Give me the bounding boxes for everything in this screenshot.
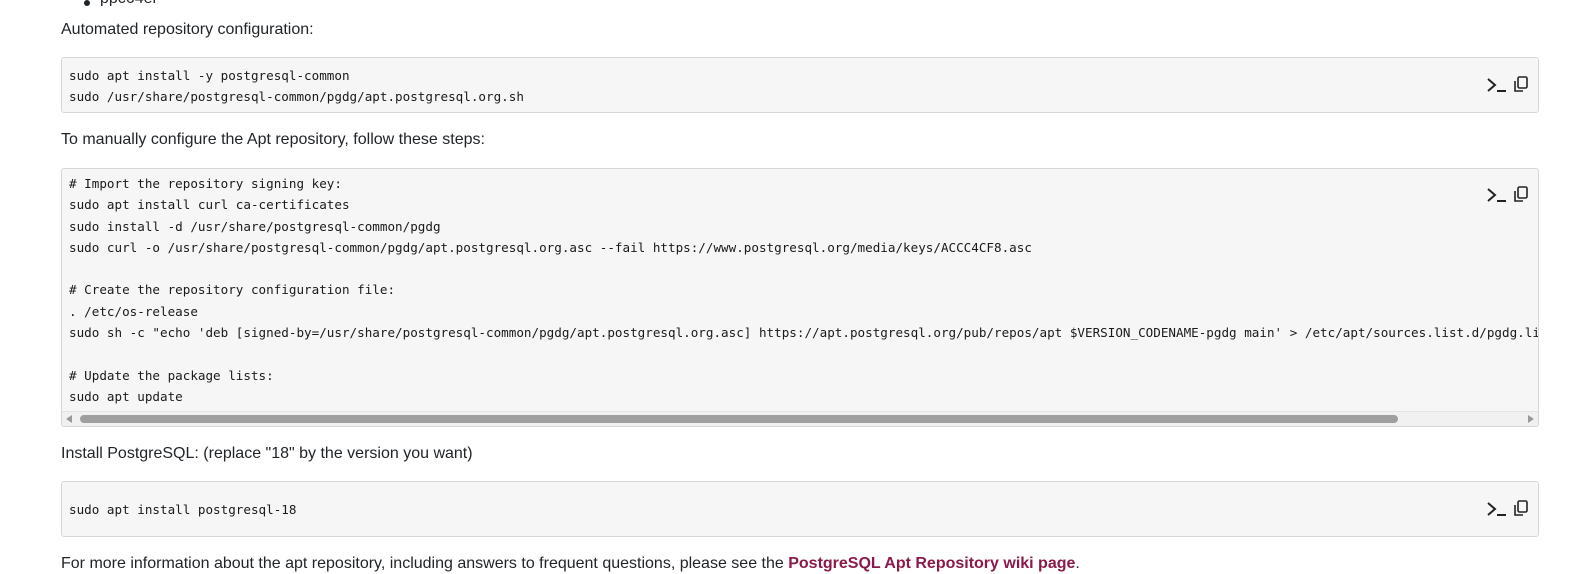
code-tools [1486, 76, 1528, 93]
manual-code: # Import the repository signing key: sud… [69, 176, 1539, 404]
footer-paragraph: For more information about the apt repos… [61, 554, 1080, 574]
scroll-left-arrow-icon[interactable] [66, 415, 72, 423]
horizontal-scrollbar[interactable] [62, 411, 1538, 426]
code-tools [1486, 500, 1528, 517]
auto-code: sudo apt install -y postgresql-common su… [69, 68, 524, 105]
copy-icon[interactable] [1514, 500, 1528, 517]
install-code: sudo apt install postgresql-18 [69, 502, 297, 517]
terminal-icon[interactable] [1486, 187, 1508, 203]
list-item: ppc64el [100, 0, 156, 6]
terminal-icon[interactable] [1486, 501, 1508, 517]
wiki-link[interactable]: PostgreSQL Apt Repository wiki page [788, 555, 1075, 572]
copy-icon[interactable] [1514, 186, 1528, 203]
scrollbar-thumb[interactable] [80, 415, 1398, 423]
auto-code-block[interactable]: sudo apt install -y postgresql-common su… [61, 57, 1539, 113]
top-list: ppc64el [0, 0, 300, 6]
install-code-block[interactable]: sudo apt install postgresql-18 [61, 481, 1539, 537]
copy-icon[interactable] [1514, 76, 1528, 93]
list-bullet [84, 0, 90, 6]
footer-end: . [1075, 555, 1080, 572]
manual-config-label: To manually configure the Apt repository… [61, 131, 485, 148]
auto-config-label: Automated repository configuration: [61, 21, 314, 38]
install-label: Install PostgreSQL: (replace "18" by the… [61, 445, 473, 462]
manual-code-block[interactable]: # Import the repository signing key: sud… [61, 168, 1539, 427]
footer-text: For more information about the apt repos… [61, 555, 789, 572]
scroll-right-arrow-icon[interactable] [1528, 415, 1534, 423]
terminal-icon[interactable] [1486, 77, 1508, 93]
code-tools [1486, 186, 1528, 203]
